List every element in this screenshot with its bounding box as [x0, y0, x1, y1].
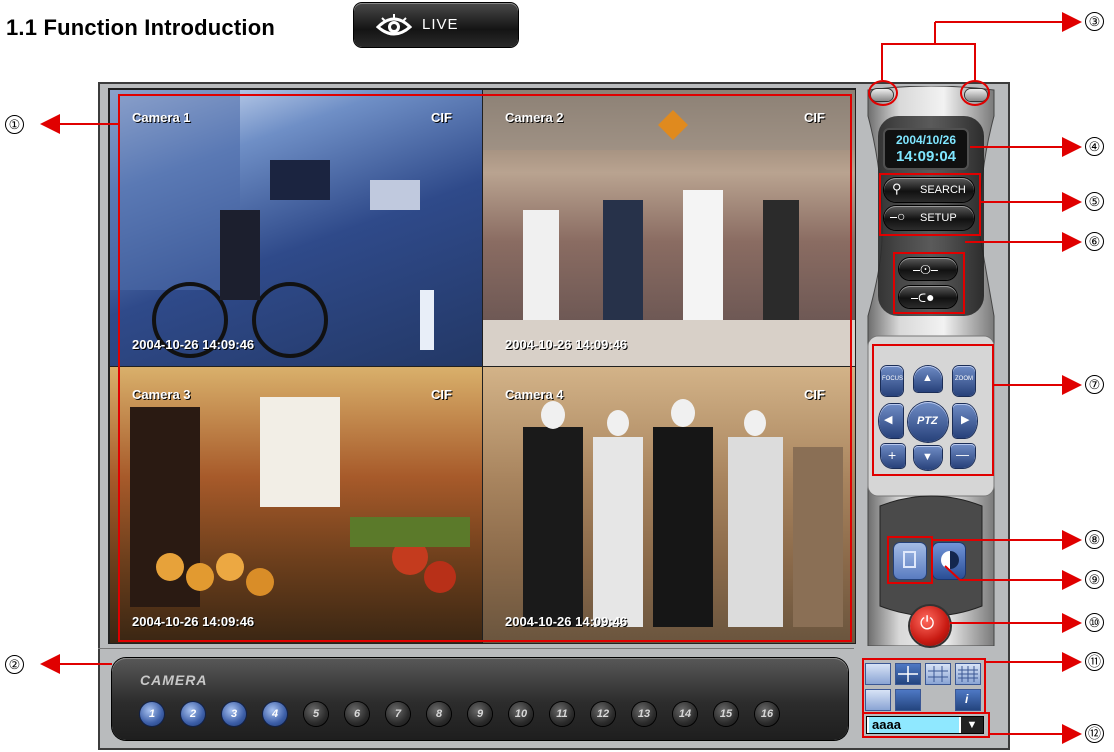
callout-10: ⑩	[1085, 613, 1104, 632]
callout-12: ⑫	[1085, 724, 1104, 743]
callout-6: ⑥	[1085, 232, 1104, 251]
callout-5: ⑤	[1085, 192, 1104, 211]
callout-4: ④	[1085, 137, 1104, 156]
callout-1: ①	[5, 115, 24, 134]
callout-2: ②	[5, 655, 24, 674]
callout-3: ③	[1085, 12, 1104, 31]
callout-arrows	[40, 12, 1082, 744]
callout-7: ⑦	[1085, 375, 1104, 394]
callout-9: ⑨	[1085, 570, 1104, 589]
callout-11: ⑪	[1085, 652, 1104, 671]
callout-8: ⑧	[1085, 530, 1104, 549]
